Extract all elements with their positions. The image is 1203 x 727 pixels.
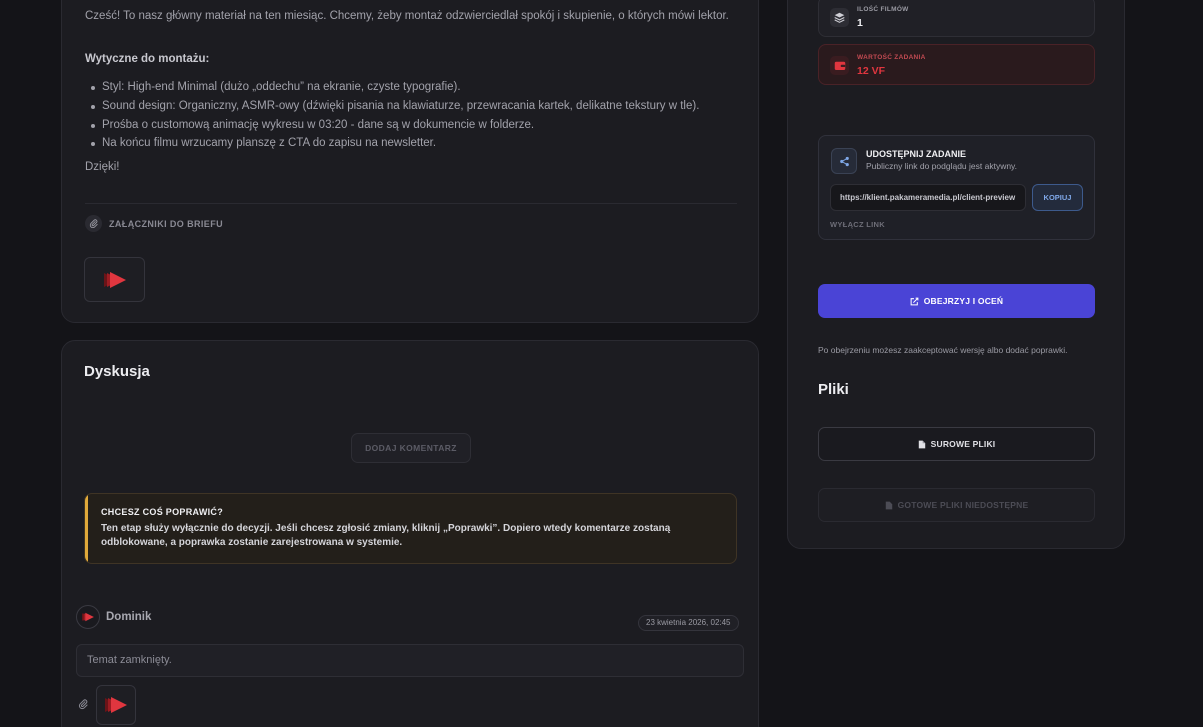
files-title: Pliki: [818, 381, 849, 398]
guidelines-list: Styl: High-end Minimal (dużo „oddechu” n…: [85, 78, 745, 153]
comment-attachment-thumbnail[interactable]: [96, 685, 136, 725]
comment-text: Temat zamknięty.: [76, 644, 744, 677]
comment-date: 23 kwietnia 2026, 02:45: [638, 615, 739, 631]
task-value: 12 VF: [857, 65, 886, 77]
attachment-thumbnail[interactable]: [84, 257, 145, 302]
guideline-item: Prośba o customową animację wykresu w 03…: [85, 116, 745, 135]
ready-files-label: GOTOWE PLIKI NIEDOSTĘPNE: [897, 500, 1029, 510]
paperclip-icon: [78, 697, 88, 715]
brief-card: Cześć! To nasz główny materiał na ten mi…: [61, 0, 759, 323]
task-value-label: WARTOŚĆ ZADANIA: [857, 54, 926, 61]
notice-title: CHCESZ COŚ POPRAWIĆ?: [101, 507, 224, 517]
guidelines-heading: Wytyczne do montażu:: [85, 53, 210, 65]
share-link-field[interactable]: [830, 184, 1026, 211]
add-comment-button[interactable]: DODAJ KOMENTARZ: [351, 433, 471, 463]
guideline-item: Styl: High-end Minimal (dużo „oddechu” n…: [85, 78, 745, 97]
play-logo-icon: [103, 271, 126, 288]
share-subtitle: Publiczny link do podglądu jest aktywny.: [866, 161, 1018, 171]
raw-files-button[interactable]: SUROWE PLIKI: [818, 427, 1095, 461]
comment-author: Dominik: [106, 611, 152, 623]
revision-notice: CHCESZ COŚ POPRAWIĆ? Ten etap służy wyłą…: [84, 493, 737, 564]
films-count-value: 1: [857, 17, 863, 29]
ready-files-button: GOTOWE PLIKI NIEDOSTĘPNE: [818, 488, 1095, 522]
copy-link-button[interactable]: KOPIUJ: [1032, 184, 1083, 211]
raw-files-label: SUROWE PLIKI: [930, 439, 996, 449]
guideline-item: Sound design: Organiczny, ASMR-owy (dźwi…: [85, 97, 745, 116]
comment-header: Dominik: [76, 605, 151, 629]
wallet-icon: [830, 56, 849, 75]
watch-and-rate-button[interactable]: OBEJRZYJ I OCEŃ: [818, 284, 1095, 318]
films-count-label: ILOŚĆ FILMÓW: [857, 6, 909, 13]
discussion-card: Dyskusja DODAJ KOMENTARZ CHCESZ COŚ POPR…: [61, 340, 759, 727]
attachments-header: ZAŁĄCZNIKI DO BRIEFU: [85, 215, 223, 232]
notice-accent-bar: [85, 494, 88, 563]
brief-thanks: Dzięki!: [85, 161, 120, 173]
avatar: [76, 605, 100, 629]
watch-note: Po obejrzeniu możesz zaakceptować wersję…: [818, 345, 1068, 355]
task-sidebar: ILOŚĆ FILMÓW 1 WARTOŚĆ ZADANIA 12 VF UDO…: [787, 0, 1125, 549]
guideline-item: Na końcu filmu wrzucamy planszę z CTA do…: [85, 134, 745, 153]
paperclip-icon: [85, 215, 102, 232]
layers-icon: [830, 8, 849, 27]
task-value-stat: WARTOŚĆ ZADANIA 12 VF: [818, 44, 1095, 85]
disable-link-button[interactable]: WYŁĄCZ LINK: [830, 220, 885, 229]
share-icon: [831, 148, 857, 174]
films-count-stat: ILOŚĆ FILMÓW 1: [818, 0, 1095, 37]
file-icon: [885, 501, 892, 509]
play-logo-icon: [82, 612, 94, 622]
share-panel: UDOSTĘPNIJ ZADANIE Publiczny link do pod…: [818, 135, 1095, 240]
discussion-title: Dyskusja: [84, 363, 150, 380]
external-edit-icon: [910, 297, 919, 305]
attachments-label: ZAŁĄCZNIKI DO BRIEFU: [109, 218, 223, 229]
divider: [85, 203, 737, 204]
brief-intro: Cześć! To nasz główny materiał na ten mi…: [85, 10, 729, 22]
file-icon: [918, 440, 925, 448]
watch-and-rate-label: OBEJRZYJ I OCEŃ: [923, 296, 1004, 306]
play-logo-icon: [105, 697, 127, 713]
notice-text: Ten etap służy wyłącznie do decyzji. Jeś…: [101, 523, 671, 548]
share-title: UDOSTĘPNIJ ZADANIE: [866, 149, 967, 159]
